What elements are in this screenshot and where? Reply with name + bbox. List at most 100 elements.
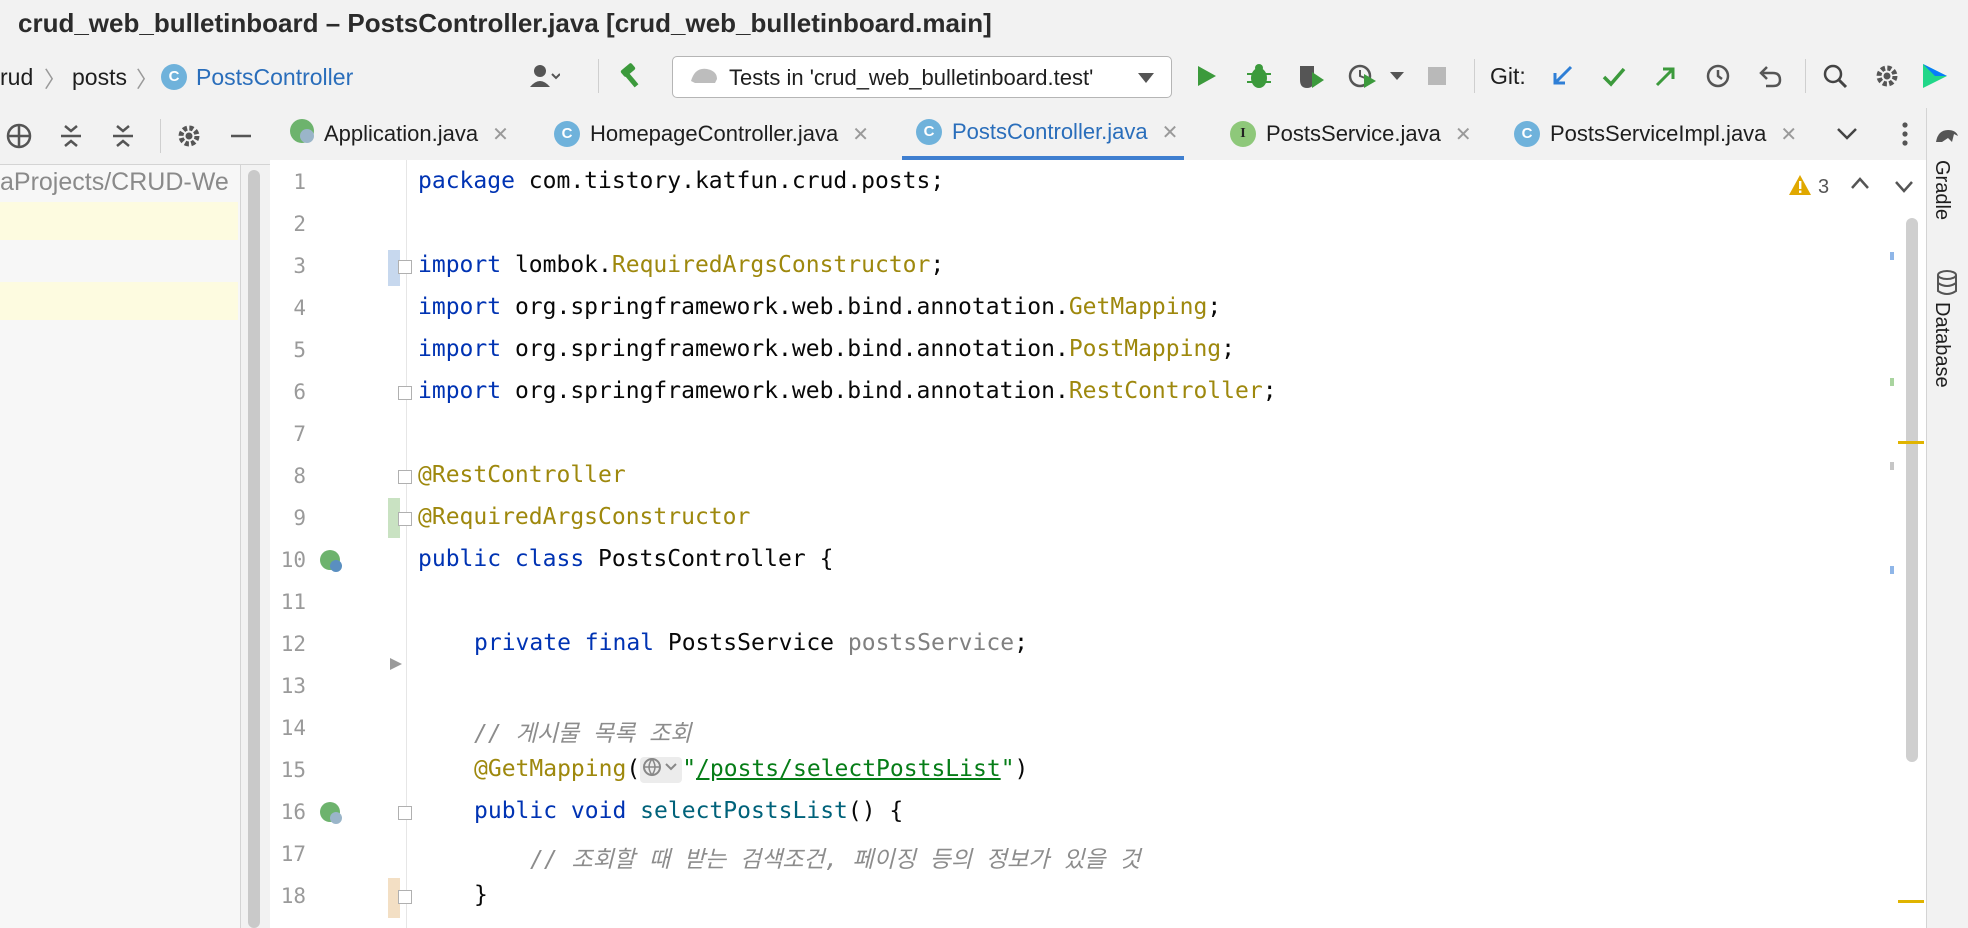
close-icon[interactable]: ✕ [1780, 122, 1797, 147]
annotation: @GetMapping [474, 756, 627, 782]
collapse-all-icon[interactable] [106, 119, 140, 153]
fold-icon[interactable] [398, 806, 412, 820]
git-update-icon[interactable] [1545, 59, 1579, 93]
close-icon[interactable]: ✕ [1162, 120, 1179, 145]
breadcrumb-item-postscontroller[interactable]: PostsController [196, 64, 353, 91]
history-icon[interactable] [1701, 59, 1735, 93]
tab-homepagecontroller[interactable]: C HomepageController.java ✕ [554, 108, 869, 160]
code-text: PostsService [654, 630, 848, 656]
gradle-icon [1934, 124, 1960, 151]
tab-postsservice[interactable]: I PostsService.java ✕ [1230, 108, 1472, 160]
coverage-icon[interactable] [1294, 59, 1328, 93]
close-icon[interactable]: ✕ [492, 122, 509, 147]
test-config-icon [689, 65, 719, 92]
warning-marker[interactable] [1898, 441, 1924, 444]
gear-icon[interactable] [1870, 59, 1904, 93]
code-text: org.springframework.web.bind.annotation. [501, 378, 1069, 404]
tree-row-highlight[interactable] [0, 202, 238, 240]
fold-icon[interactable] [398, 512, 412, 526]
database-icon [1936, 270, 1958, 301]
rollback-icon[interactable] [1753, 59, 1787, 93]
close-icon[interactable]: ✕ [852, 122, 869, 147]
tab-postsserviceimpl[interactable]: C PostsServiceImpl.java ✕ [1514, 108, 1797, 160]
chevron-down-icon[interactable] [1380, 59, 1414, 93]
minimize-icon[interactable] [224, 119, 258, 153]
class-reference: GetMapping [1068, 294, 1208, 320]
tab-label: Application.java [324, 121, 479, 146]
line-number: 11 [280, 590, 306, 614]
fold-icon[interactable] [398, 260, 412, 274]
toolbar-separator [160, 119, 161, 153]
warning-marker[interactable] [1898, 900, 1924, 903]
code-line-16: public void selectPostsList() { [474, 798, 903, 824]
project-scrollbar[interactable] [248, 170, 260, 928]
scroll-marker[interactable] [1890, 462, 1894, 470]
gear-icon[interactable] [172, 119, 206, 153]
stop-icon[interactable] [1420, 59, 1454, 93]
editor-scrollbar[interactable] [1906, 218, 1918, 762]
fold-icon[interactable] [398, 890, 412, 904]
chevron-up-icon[interactable] [1850, 176, 1870, 195]
scroll-marker[interactable] [1890, 566, 1894, 574]
url-string-link[interactable]: /posts/selectPostsList [696, 756, 1001, 782]
code-text: ; [1014, 630, 1028, 656]
fold-icon[interactable] [398, 386, 412, 400]
line-number: 13 [280, 674, 306, 698]
code-line-12: private final PostsService postsService; [474, 630, 1028, 656]
code-text: lombok. [501, 252, 612, 278]
tree-row-highlight[interactable] [0, 282, 238, 320]
interface-icon: I [1230, 121, 1256, 147]
spring-bean-icon[interactable] [318, 548, 346, 581]
more-options-icon[interactable] [1888, 117, 1922, 151]
expand-all-icon[interactable] [54, 119, 88, 153]
keyword: private final [474, 630, 655, 656]
class-reference: RestController [1068, 378, 1263, 404]
gradle-tool-button[interactable]: Gradle [1930, 160, 1953, 220]
git-push-icon[interactable] [1649, 59, 1683, 93]
locate-icon[interactable] [2, 119, 36, 153]
line-number: 16 [280, 800, 306, 824]
scroll-marker[interactable] [1890, 252, 1894, 260]
inspection-widget[interactable]: 3 [1788, 174, 1829, 201]
code-line-17: // 조회할 때 받는 검색조건, 페이징 등의 정보가 있을 것 [530, 847, 1141, 873]
keyword: public void [474, 798, 627, 824]
scroll-marker[interactable] [1890, 378, 1894, 386]
keyword: import [418, 378, 502, 404]
build-icon[interactable] [614, 59, 648, 93]
main-toolbar: rud 〉 posts 〉 C PostsController Tests in… [0, 44, 1968, 109]
breadcrumb-item-module[interactable]: rud [0, 64, 33, 91]
chevron-down-icon[interactable] [1830, 117, 1864, 151]
debug-icon[interactable] [1242, 59, 1276, 93]
close-icon[interactable]: ✕ [1455, 122, 1472, 147]
string-quote: " [1000, 756, 1015, 782]
globe-icon[interactable] [640, 756, 683, 783]
database-tool-button[interactable]: Database [1930, 302, 1953, 388]
code-line-15: @GetMapping("/posts/selectPostsList") [474, 756, 1028, 783]
tab-label: PostsController.java [952, 119, 1148, 144]
user-icon[interactable] [528, 59, 562, 93]
keyword: import [418, 294, 502, 320]
tab-label: PostsServiceImpl.java [1550, 121, 1767, 146]
collapsed-region-icon[interactable] [388, 656, 404, 677]
spring-endpoint-icon[interactable] [318, 800, 346, 833]
tab-application[interactable]: Application.java ✕ [288, 108, 509, 160]
toolbar-separator [1805, 59, 1806, 93]
breadcrumb-item-posts[interactable]: posts [72, 64, 127, 91]
project-panel-toolbar [0, 108, 270, 165]
profile-icon[interactable] [1346, 59, 1380, 93]
search-icon[interactable] [1818, 59, 1852, 93]
tab-postscontroller[interactable]: C PostsController.java ✕ [902, 108, 1184, 160]
code-text: com.tistory.katfun.crud.posts; [514, 168, 945, 194]
git-commit-icon[interactable] [1597, 59, 1631, 93]
code-line-3: import lombok.RequiredArgsConstructor; [418, 252, 944, 278]
keyword: import [418, 252, 502, 278]
jetbrains-logo-icon[interactable] [1918, 59, 1952, 93]
chevron-down-icon[interactable] [1894, 180, 1914, 199]
run-icon[interactable] [1190, 59, 1224, 93]
project-path[interactable]: aProjects/CRUD-We [0, 168, 229, 197]
toolbar-separator [598, 59, 599, 93]
fold-icon[interactable] [398, 470, 412, 484]
code-line-10: public class PostsController { [418, 546, 833, 572]
spring-boot-run-icon [288, 117, 316, 151]
run-configuration-select[interactable]: Tests in 'crud_web_bulletinboard.test' [672, 56, 1172, 98]
